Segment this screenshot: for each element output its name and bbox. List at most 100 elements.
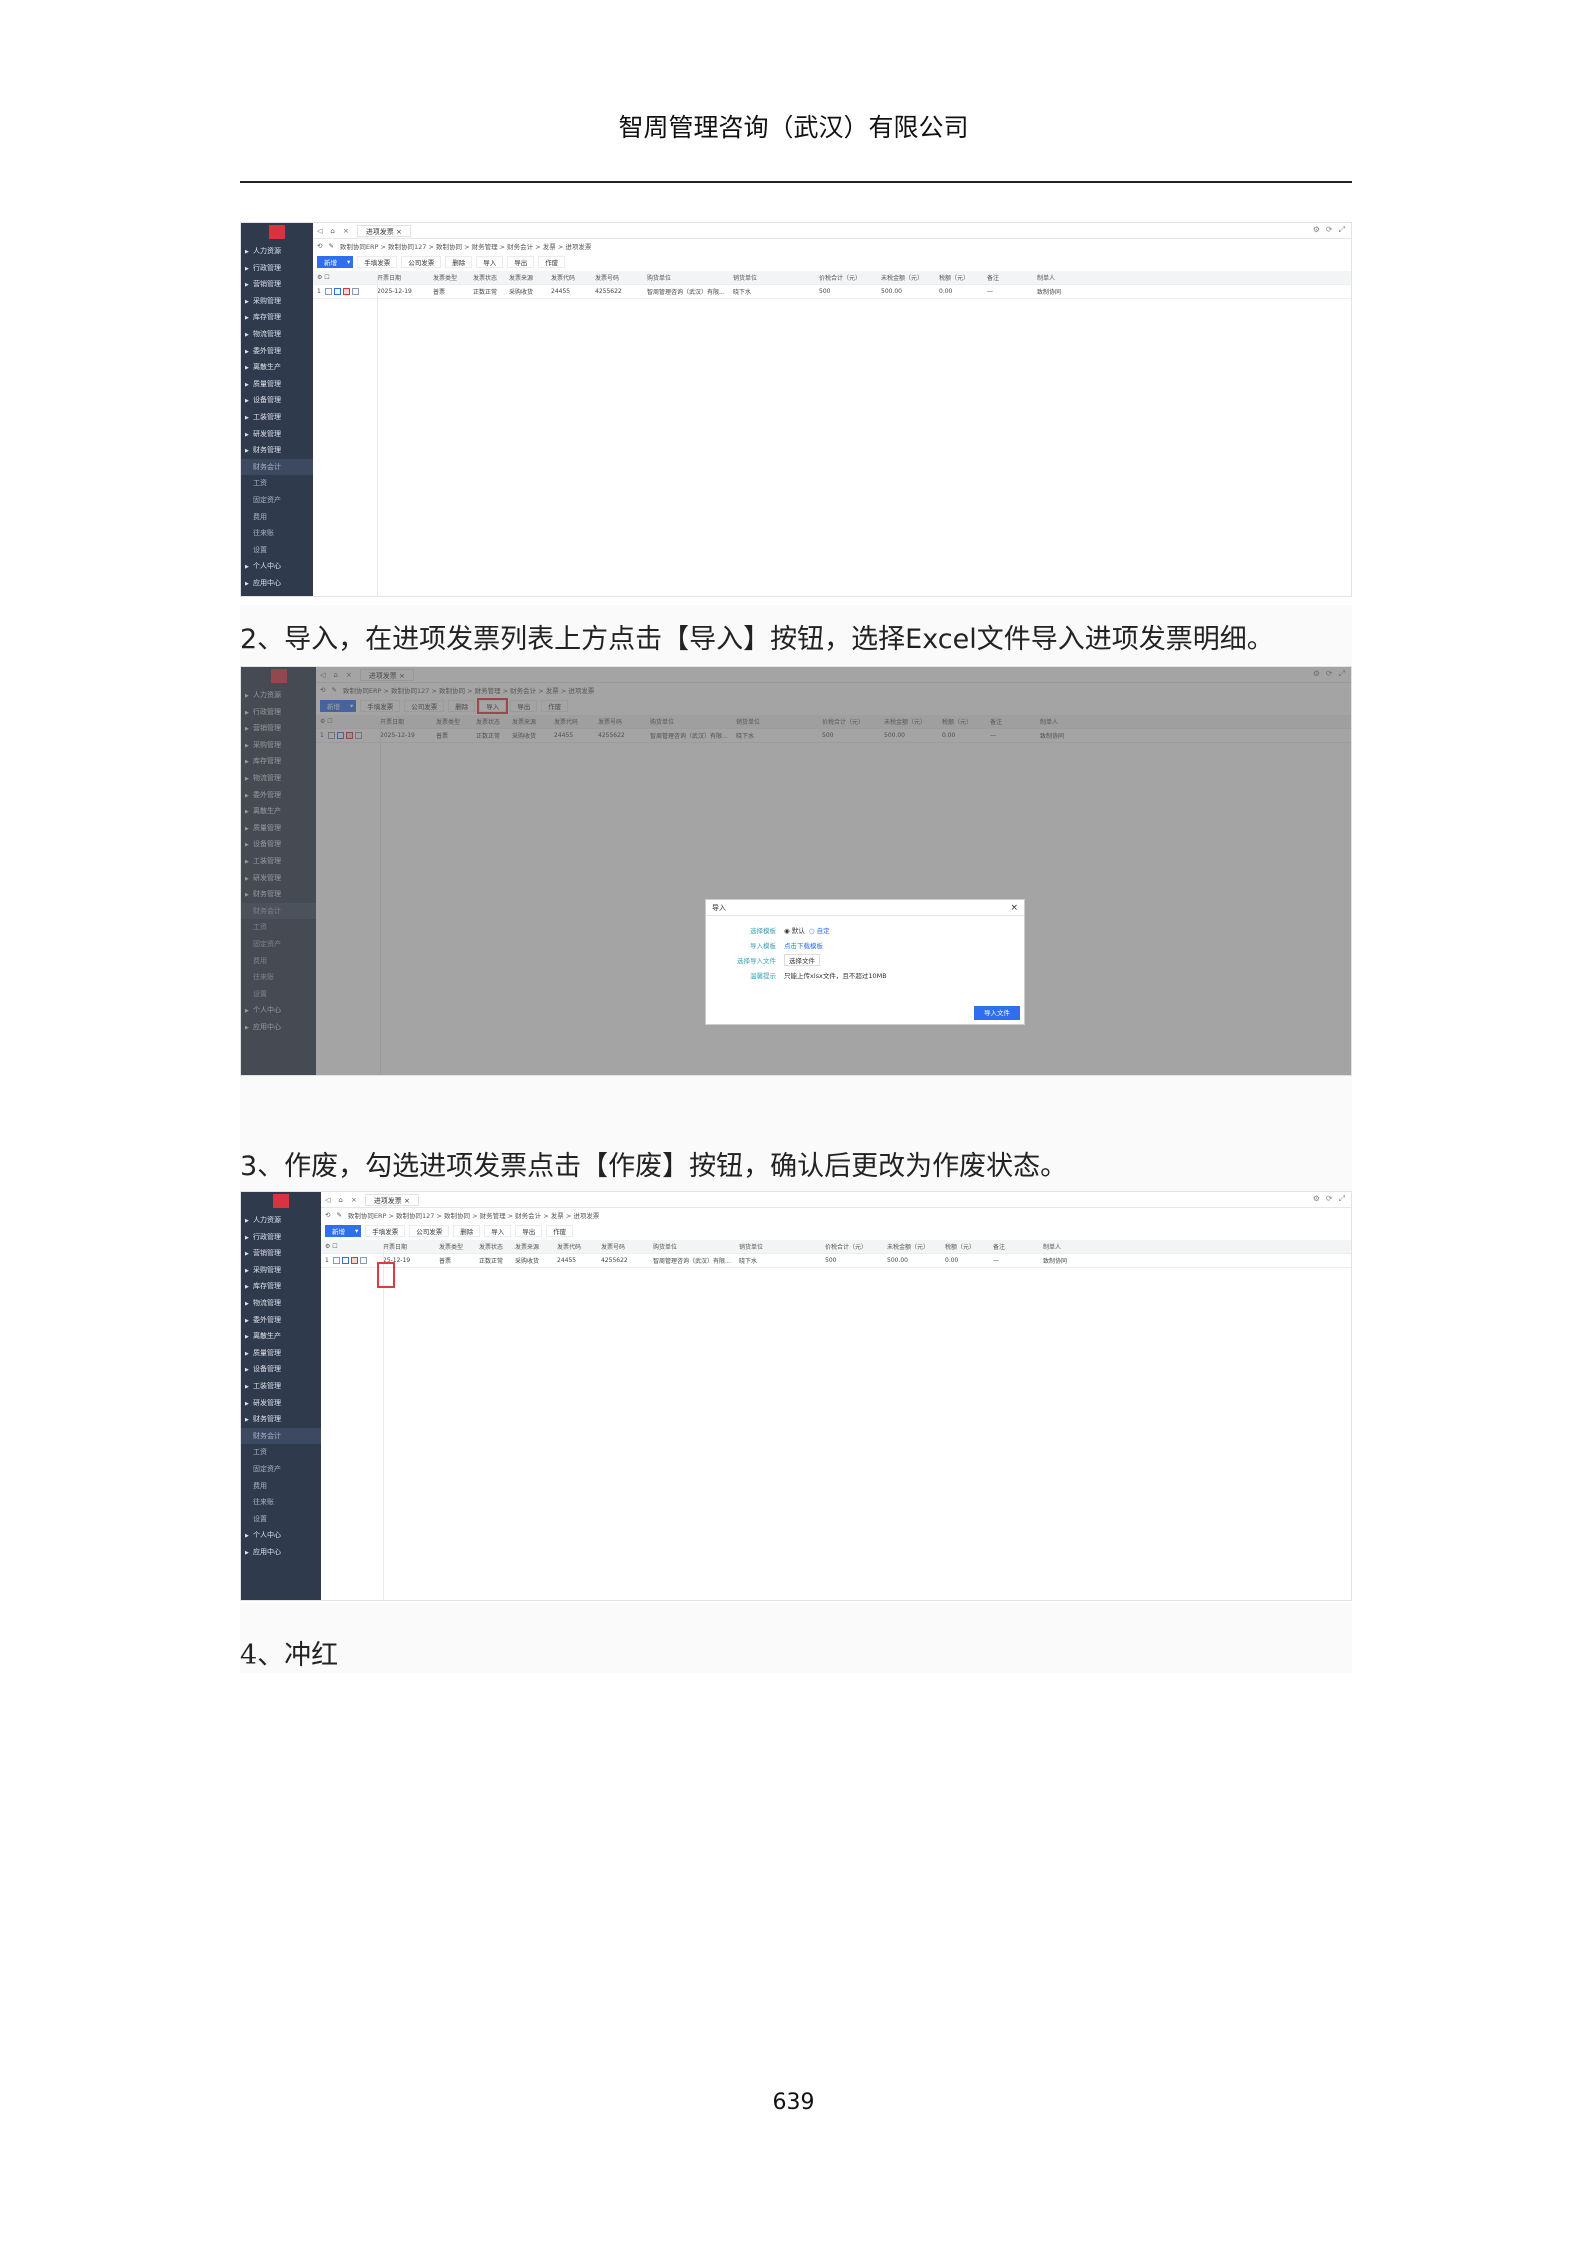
refresh-icon[interactable]: ⟲ bbox=[317, 242, 322, 250]
column-header[interactable]: 发票来源 bbox=[515, 1242, 557, 1251]
sidebar-item[interactable]: ▶ 工装管理 bbox=[241, 409, 313, 426]
column-header[interactable]: 发票状态 bbox=[473, 273, 509, 282]
view-icon[interactable] bbox=[341, 1257, 349, 1264]
sidebar-item[interactable]: ▶ 研发管理 bbox=[241, 426, 313, 443]
home-icon[interactable]: ⌂ bbox=[330, 227, 334, 235]
manual-invoice-button[interactable]: 手填发票 bbox=[365, 1225, 406, 1237]
print-icon[interactable] bbox=[351, 288, 359, 295]
column-header[interactable]: 备注 bbox=[987, 273, 1037, 282]
sidebar-item[interactable]: ▶ 应用中心 bbox=[241, 1544, 321, 1561]
row-checkbox[interactable] bbox=[324, 288, 332, 295]
choose-file-button[interactable]: 选择文件 bbox=[784, 953, 820, 966]
sidebar-item[interactable]: ▶ 质量管理 bbox=[241, 1345, 321, 1362]
new-button[interactable]: 新增 bbox=[317, 256, 344, 268]
column-header[interactable]: 购货单位 bbox=[653, 1242, 739, 1251]
refresh-icon[interactable]: ⟲ bbox=[325, 1211, 330, 1219]
sidebar-item[interactable]: ▶ 离散生产 bbox=[241, 359, 313, 376]
sidebar-item[interactable]: 费用 bbox=[241, 509, 313, 526]
column-header[interactable]: 开票日期 bbox=[383, 1242, 439, 1251]
column-header[interactable]: 发票号码 bbox=[601, 1242, 653, 1251]
sidebar-item[interactable]: 固定资产 bbox=[241, 492, 313, 509]
column-header[interactable]: 备注 bbox=[993, 1242, 1043, 1251]
select-all-checkbox[interactable]: ⚙ ☐ bbox=[325, 1243, 383, 1250]
new-button[interactable]: 新增 bbox=[325, 1225, 352, 1237]
sidebar-item[interactable]: 设置 bbox=[241, 542, 313, 559]
column-header[interactable]: 制单人 bbox=[1043, 1242, 1103, 1251]
sidebar-item[interactable]: 工资 bbox=[241, 1444, 321, 1461]
sidebar-item[interactable]: ▶ 库存管理 bbox=[241, 1278, 321, 1295]
sidebar-item[interactable]: 往来账 bbox=[241, 525, 313, 542]
manual-invoice-button[interactable]: 手填发票 bbox=[357, 256, 398, 268]
sidebar-item[interactable]: ▶ 个人中心 bbox=[241, 558, 313, 575]
company-invoice-button[interactable]: 公司发票 bbox=[401, 256, 442, 268]
dropdown-arrow-icon[interactable]: ▾ bbox=[344, 256, 354, 268]
column-header[interactable]: 发票类型 bbox=[439, 1242, 479, 1251]
close-icon[interactable]: × bbox=[343, 227, 349, 235]
column-header[interactable]: 销货单位 bbox=[733, 273, 819, 282]
sidebar-item[interactable]: ▶ 个人中心 bbox=[241, 1527, 321, 1544]
sidebar-item[interactable]: ▶ 设备管理 bbox=[241, 392, 313, 409]
sidebar-item[interactable]: ▶ 财务管理 bbox=[241, 442, 313, 459]
sidebar-item[interactable]: ▶ 营销管理 bbox=[241, 1245, 321, 1262]
sidebar-item[interactable]: ▶ 人力资源 bbox=[241, 1212, 321, 1229]
back-icon[interactable]: ◁ bbox=[325, 1196, 330, 1204]
sidebar-item[interactable]: ▶ 财务管理 bbox=[241, 1411, 321, 1428]
column-header[interactable]: 价税合计（元） bbox=[825, 1242, 887, 1251]
column-header[interactable]: 发票代码 bbox=[557, 1242, 601, 1251]
dropdown-arrow-icon[interactable]: ▾ bbox=[352, 1225, 362, 1237]
select-all-checkbox[interactable]: ⚙ ☐ bbox=[317, 274, 377, 281]
view-icon[interactable] bbox=[333, 288, 341, 295]
settings-icon[interactable]: ⚙ bbox=[1313, 225, 1320, 235]
sidebar-item[interactable]: ▶ 营销管理 bbox=[241, 276, 313, 293]
column-header[interactable]: 税额（元） bbox=[945, 1242, 993, 1251]
sidebar-item[interactable]: ▶ 采购管理 bbox=[241, 293, 313, 310]
expand-icon[interactable]: ⤢ bbox=[1339, 225, 1345, 235]
tab-close-icon[interactable]: × bbox=[396, 228, 402, 236]
table-row[interactable]: 1 2025-12-19 普票 正数正常 采购收货 24455 4255622 智周管理咨询（… bbox=[313, 285, 1351, 299]
tab-invoice[interactable]: 进项发票 × bbox=[356, 224, 411, 237]
column-header[interactable]: 开票日期 bbox=[377, 273, 433, 282]
sidebar-item[interactable]: ▶ 物流管理 bbox=[241, 1295, 321, 1312]
tab-invoice[interactable]: 进项发票 × bbox=[364, 1193, 419, 1206]
column-header[interactable]: 税额（元） bbox=[939, 273, 987, 282]
sidebar-item[interactable]: ▶ 委外管理 bbox=[241, 343, 313, 360]
refresh-icon[interactable]: ⟳ bbox=[1326, 225, 1333, 235]
tab-close-icon[interactable]: × bbox=[404, 1197, 410, 1205]
import-button[interactable]: 导入 bbox=[476, 256, 504, 268]
red-flush-icon[interactable] bbox=[342, 288, 350, 295]
delete-button[interactable]: 删除 bbox=[453, 1225, 481, 1237]
pin-icon[interactable]: ✎ bbox=[336, 1211, 341, 1219]
expand-icon[interactable]: ⤢ bbox=[1339, 1194, 1345, 1204]
sidebar-item[interactable]: ▶ 应用中心 bbox=[241, 575, 313, 592]
sidebar-item[interactable]: ▶ 行政管理 bbox=[241, 260, 313, 277]
sidebar-item[interactable]: ▶ 采购管理 bbox=[241, 1262, 321, 1279]
column-header[interactable]: 销货单位 bbox=[739, 1242, 825, 1251]
column-header[interactable]: 购货单位 bbox=[647, 273, 733, 282]
column-header[interactable]: 未税金额（元） bbox=[887, 1242, 945, 1251]
sidebar-item[interactable]: 财务会计 bbox=[241, 1427, 321, 1445]
close-icon[interactable]: × bbox=[1010, 900, 1018, 916]
pin-icon[interactable]: ✎ bbox=[328, 242, 333, 250]
radio-default[interactable]: ◉ 默认 bbox=[784, 925, 805, 935]
sidebar-item[interactable]: ▶ 工装管理 bbox=[241, 1378, 321, 1395]
close-icon[interactable]: × bbox=[351, 1196, 357, 1204]
column-header[interactable]: 发票号码 bbox=[595, 273, 647, 282]
print-icon[interactable] bbox=[359, 1257, 367, 1264]
sidebar-item[interactable]: ▶ 设备管理 bbox=[241, 1361, 321, 1378]
company-invoice-button[interactable]: 公司发票 bbox=[409, 1225, 450, 1237]
row-checkbox[interactable] bbox=[332, 1257, 340, 1264]
column-header[interactable]: 制单人 bbox=[1037, 273, 1097, 282]
sidebar-item[interactable]: 财务会计 bbox=[241, 458, 313, 476]
download-template-link[interactable]: 点击下载模板 bbox=[784, 940, 823, 950]
table-row[interactable]: 1 25-12-19 普票 正数正常 采购收货 24455 4255622 智周管理咨询（武汉… bbox=[321, 1254, 1351, 1268]
void-button[interactable]: 作废 bbox=[546, 1225, 574, 1237]
red-flush-icon[interactable] bbox=[350, 1257, 358, 1264]
settings-icon[interactable]: ⚙ bbox=[1313, 1194, 1320, 1204]
column-header[interactable]: 发票状态 bbox=[479, 1242, 515, 1251]
sidebar-item[interactable]: ▶ 质量管理 bbox=[241, 376, 313, 393]
sidebar-item[interactable]: 工资 bbox=[241, 475, 313, 492]
void-button[interactable]: 作废 bbox=[538, 256, 566, 268]
sidebar-item[interactable]: 往来账 bbox=[241, 1494, 321, 1511]
sidebar-item[interactable]: ▶ 物流管理 bbox=[241, 326, 313, 343]
column-header[interactable]: 价税合计（元） bbox=[819, 273, 881, 282]
